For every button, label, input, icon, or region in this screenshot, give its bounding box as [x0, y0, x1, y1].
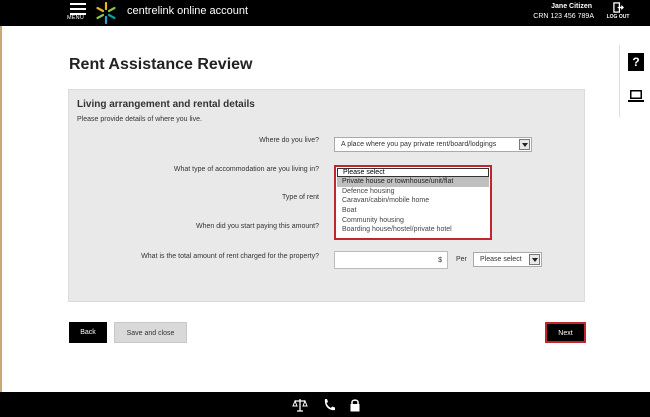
- phone-icon[interactable]: [321, 398, 337, 412]
- dropdown-option[interactable]: Boat: [337, 206, 489, 216]
- where-live-select[interactable]: A place where you pay private rent/board…: [334, 137, 532, 152]
- footer: [0, 392, 650, 417]
- where-live-value: A place where you pay private rent/board…: [341, 141, 497, 148]
- accommodation-options: Private house or townhouse/unit/flat Defe…: [337, 177, 489, 236]
- user-name: Jane Citizen: [551, 3, 592, 10]
- per-label: Per: [456, 256, 467, 263]
- section-title: Living arrangement and rental details: [77, 99, 255, 110]
- rent-amount-input[interactable]: $: [334, 251, 448, 269]
- next-button[interactable]: Next: [545, 322, 586, 343]
- side-tools: ?: [619, 45, 650, 117]
- section-description: Please provide details of where you live…: [77, 116, 202, 123]
- page-title: Rent Assistance Review: [69, 56, 253, 73]
- scales-icon[interactable]: [292, 398, 308, 412]
- dropdown-option[interactable]: Community housing: [337, 215, 489, 226]
- chevron-down-icon: [519, 139, 530, 150]
- accommodation-label: What type of accommodation are you livin…: [173, 166, 319, 173]
- rent-amount-label: What is the total amount of rent charged…: [141, 253, 319, 260]
- logout-button[interactable]: LOG OUT: [605, 1, 631, 24]
- dropdown-option[interactable]: Defence housing: [337, 186, 489, 197]
- left-border: [0, 26, 2, 392]
- lock-icon[interactable]: [347, 398, 363, 412]
- save-and-close-button[interactable]: Save and close: [114, 322, 187, 343]
- laptop-icon[interactable]: [627, 87, 645, 105]
- dropdown-option[interactable]: Caravan/cabin/mobile home: [337, 196, 489, 207]
- chevron-down-icon: [529, 254, 540, 265]
- where-live-label: Where do you live?: [259, 137, 319, 144]
- per-select[interactable]: Please select: [473, 252, 542, 267]
- menu-button[interactable]: MENU: [67, 2, 87, 24]
- logout-icon: [613, 2, 624, 13]
- start-paying-label: When did you start paying this amount?: [196, 223, 319, 230]
- accommodation-dropdown[interactable]: Please select Private house or townhouse…: [334, 165, 492, 240]
- accommodation-selected[interactable]: Please select: [337, 168, 489, 177]
- top-header: MENU centrelink online account Jane Citi…: [0, 0, 650, 26]
- hamburger-icon: [70, 3, 86, 15]
- menu-label: MENU: [67, 15, 84, 21]
- form-panel: Living arrangement and rental details Pl…: [68, 89, 585, 302]
- back-button[interactable]: Back: [69, 322, 107, 343]
- logout-label: LOG OUT: [606, 14, 630, 20]
- type-of-rent-label: Type of rent: [282, 194, 319, 201]
- brand-name: centrelink online account: [127, 5, 249, 17]
- user-crn: CRN 123 456 789A: [533, 13, 594, 20]
- centrelink-star-logo-icon: [96, 1, 116, 25]
- per-value: Please select: [480, 256, 522, 263]
- dropdown-option[interactable]: Private house or townhouse/unit/flat: [337, 177, 489, 187]
- help-button[interactable]: ?: [628, 53, 644, 71]
- dropdown-option[interactable]: Boarding house/hostel/private hotel: [337, 225, 489, 236]
